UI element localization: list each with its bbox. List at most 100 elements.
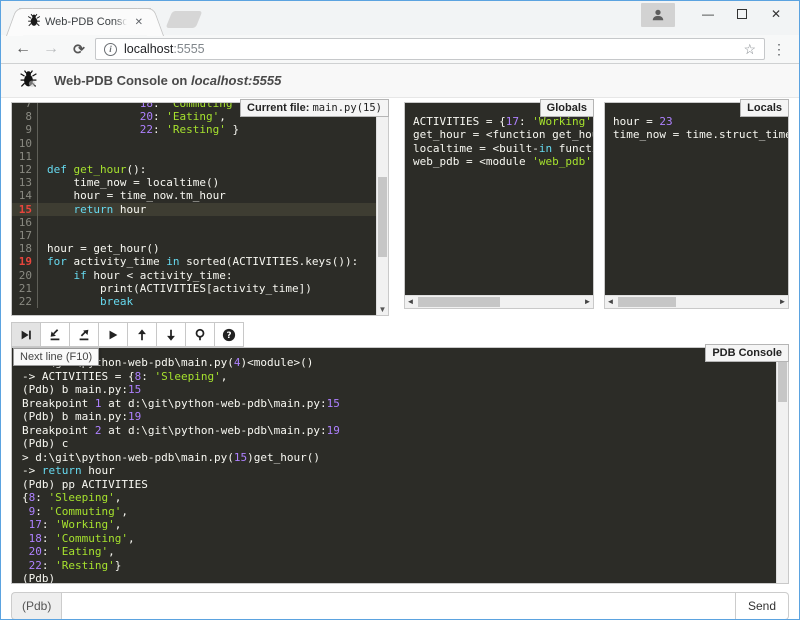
code-scroll-thumb[interactable]	[378, 177, 387, 257]
tab-close-icon[interactable]: ✕	[131, 15, 147, 30]
output-line: (Pdb) pp ACTIVITIES	[22, 478, 776, 492]
console-vertical-scrollbar[interactable]	[776, 348, 788, 583]
line-number: 11	[12, 150, 38, 163]
panels-row: Current file: main.py(15) 7 18: 'Commuti…	[1, 98, 799, 316]
globals-list: ACTIVITIES = {17: 'Working', 18: 'get_ho…	[405, 103, 593, 295]
svg-text:?: ?	[226, 331, 231, 341]
code-line: 15 return hour	[12, 203, 376, 216]
page-header: Web-PDB Console on localhost:5555	[1, 64, 799, 98]
output-line: hour = 23	[613, 115, 788, 128]
line-number: 20	[12, 269, 38, 282]
browser-tab[interactable]: Web-PDB Console on lo ✕	[19, 8, 151, 35]
output-line: 22: 'Resting'}	[22, 559, 776, 573]
globals-scroll-left-arrow[interactable]: ◄	[405, 296, 416, 308]
page-title: Web-PDB Console on localhost:5555	[54, 73, 281, 88]
url-input[interactable]: i localhost:5555 ☆	[95, 38, 765, 60]
locals-scroll-left-arrow[interactable]: ◄	[605, 296, 616, 308]
step-out-button[interactable]	[69, 322, 99, 347]
code-line: 22 break	[12, 295, 376, 308]
code-line: 9 22: 'Resting' }	[12, 123, 376, 136]
output-line: ACTIVITIES = {17: 'Working', 18: '	[413, 115, 593, 128]
code-line: 11	[12, 150, 376, 163]
step-into-button[interactable]	[40, 322, 70, 347]
next-line-tooltip: Next line (F10)	[13, 348, 99, 366]
profile-button[interactable]	[641, 3, 675, 27]
command-prompt-row: (Pdb) Send	[11, 592, 789, 619]
current-file-badge: Current file: main.py(15)	[240, 99, 389, 117]
locals-list: hour = 23time_now = time.struct_time(tm_…	[605, 103, 788, 295]
output-line: (Pdb) c	[22, 437, 776, 451]
browser-address-bar: ← → ⟳ i localhost:5555 ☆ ⋮	[1, 35, 799, 64]
continue-button[interactable]	[98, 322, 128, 347]
locals-scroll-right-arrow[interactable]: ►	[777, 296, 788, 308]
stack-down-button[interactable]	[156, 322, 186, 347]
output-line: 17: 'Working',	[22, 518, 776, 532]
line-number: 21	[12, 282, 38, 295]
command-input[interactable]	[61, 592, 736, 619]
maximize-button[interactable]	[725, 1, 759, 27]
tab-favicon-bug-icon	[27, 13, 41, 32]
code-line: 16	[12, 216, 376, 229]
code-line: 18hour = get_hour()	[12, 242, 376, 255]
page-info-icon[interactable]: i	[104, 43, 117, 56]
output-line: (Pdb) b main.py:19	[22, 410, 776, 424]
help-button[interactable]: ?	[214, 322, 244, 347]
code-scroll-down-arrow[interactable]: ▼	[377, 304, 388, 315]
close-button[interactable]: ✕	[759, 1, 793, 27]
browser-menu-icon[interactable]: ⋮	[769, 41, 789, 58]
line-number: 18	[12, 242, 38, 255]
output-line: Breakpoint 1 at d:\git\python-web-pdb\ma…	[22, 397, 776, 411]
line-number: 10	[12, 137, 38, 150]
pdb-console-output: > d:\git\python-web-pdb\main.py(4)<modul…	[12, 348, 776, 583]
current-file-panel: Current file: main.py(15) 7 18: 'Commuti…	[11, 102, 389, 316]
output-line: > d:\git\python-web-pdb\main.py(15)get_h…	[22, 451, 776, 465]
line-number: 17	[12, 229, 38, 242]
reload-icon[interactable]: ⟳	[67, 41, 91, 58]
line-number: 13	[12, 176, 38, 189]
minimize-button[interactable]: —	[691, 1, 725, 27]
code-editor: 7 18: 'Commuting',8 20: 'Eating',9 22: '…	[12, 103, 376, 315]
line-number: 9	[12, 123, 38, 136]
output-line: localtime = <built-in function loc	[413, 142, 593, 155]
globals-scroll-thumb[interactable]	[418, 297, 500, 307]
globals-horizontal-scrollbar[interactable]: ◄ ►	[405, 295, 593, 308]
line-number: 12	[12, 163, 38, 176]
web-pdb-logo-bug-icon	[19, 69, 38, 93]
locals-scroll-thumb[interactable]	[618, 297, 676, 307]
output-line: (Pdb)	[22, 572, 776, 583]
output-line: (Pdb) b main.py:15	[22, 383, 776, 397]
browser-titlebar: Web-PDB Console on lo ✕ — ✕	[1, 1, 799, 35]
forward-icon[interactable]: →	[39, 40, 63, 58]
back-icon[interactable]: ←	[11, 40, 35, 58]
code-line: 13 time_now = localtime()	[12, 176, 376, 189]
next-line-button[interactable]	[11, 322, 41, 347]
code-line: 12def get_hour():	[12, 163, 376, 176]
output-line: 20: 'Eating',	[22, 545, 776, 559]
locals-horizontal-scrollbar[interactable]: ◄ ►	[605, 295, 788, 308]
locals-panel: Locals hour = 23time_now = time.struct_t…	[604, 102, 789, 309]
browser-window: Web-PDB Console on lo ✕ — ✕ ← → ⟳ i loca…	[0, 0, 800, 620]
pdb-prompt-label: (Pdb)	[11, 592, 61, 619]
line-number: 8	[12, 110, 38, 123]
output-line: web_pdb = <module 'web_pdb' from '	[413, 155, 593, 168]
pdb-console-panel: PDB Console > d:\git\python-web-pdb\main…	[11, 347, 789, 584]
web-pdb-page: Web-PDB Console on localhost:5555 Curren…	[1, 64, 799, 619]
bookmark-star-icon[interactable]: ☆	[743, 41, 756, 58]
code-vertical-scrollbar[interactable]: ▼	[376, 103, 388, 315]
stack-up-button[interactable]	[127, 322, 157, 347]
output-line: 9: 'Commuting',	[22, 505, 776, 519]
code-line: 21 print(ACTIVITIES[activity_time])	[12, 282, 376, 295]
output-line: 18: 'Commuting',	[22, 532, 776, 546]
code-line: 14 hour = time_now.tm_hour	[12, 189, 376, 202]
output-line: get_hour = <function get_hour at 0	[413, 128, 593, 141]
new-tab-button[interactable]	[166, 11, 203, 28]
globals-scroll-right-arrow[interactable]: ►	[582, 296, 593, 308]
where-button[interactable]	[185, 322, 215, 347]
output-line: {8: 'Sleeping',	[22, 491, 776, 505]
line-number: 7	[12, 103, 38, 110]
send-button[interactable]: Send	[736, 592, 789, 619]
code-line: 19for activity_time in sorted(ACTIVITIES…	[12, 255, 376, 268]
globals-panel: Globals ACTIVITIES = {17: 'Working', 18:…	[404, 102, 594, 309]
locals-badge: Locals	[740, 99, 789, 117]
output-line: > d:\git\python-web-pdb\main.py(4)<modul…	[22, 356, 776, 370]
